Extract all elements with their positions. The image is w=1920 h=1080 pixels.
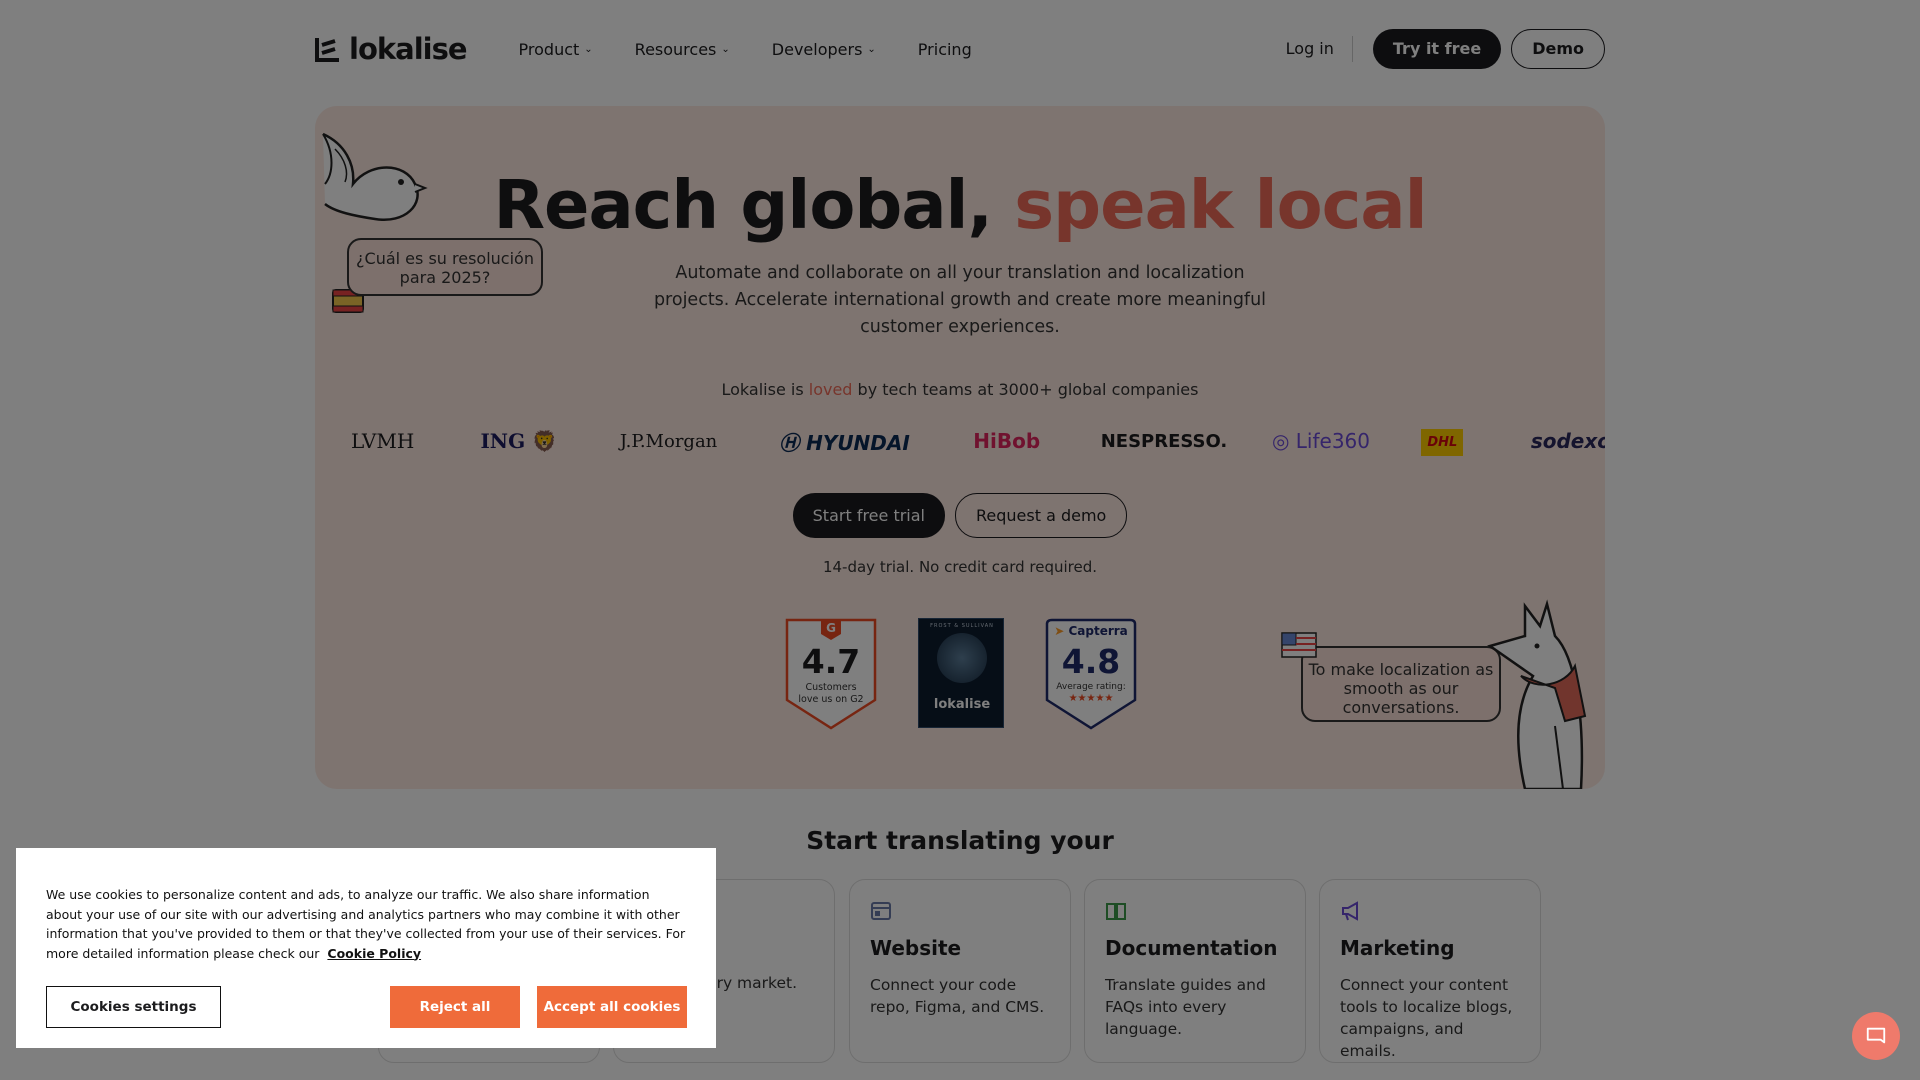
chat-icon: [1866, 1027, 1886, 1044]
cookie-consent-banner: We use cookies to personalize content an…: [16, 848, 716, 1048]
cookie-text: We use cookies to personalize content an…: [46, 885, 686, 963]
chat-launcher-button[interactable]: [1852, 1012, 1900, 1060]
cookie-buttons: Cookies settings Reject all Accept all c…: [46, 986, 687, 1028]
reject-all-button[interactable]: Reject all: [390, 986, 520, 1028]
accept-all-cookies-button[interactable]: Accept all cookies: [537, 986, 687, 1028]
cookies-settings-button[interactable]: Cookies settings: [46, 986, 221, 1028]
cookie-policy-link[interactable]: Cookie Policy: [327, 946, 421, 961]
